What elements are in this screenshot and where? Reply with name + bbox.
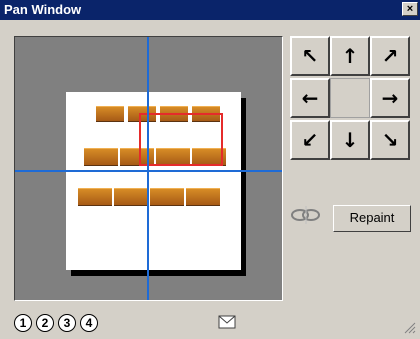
pan-up-left-button[interactable]: ↖ <box>290 36 330 76</box>
envelope-icon[interactable] <box>218 315 236 329</box>
view-rectangle[interactable] <box>139 113 223 166</box>
vertical-guide-line[interactable] <box>147 37 149 300</box>
pan-canvas[interactable] <box>14 36 283 301</box>
repaint-button[interactable]: Repaint <box>333 205 411 232</box>
title-bar: Pan Window × <box>0 0 420 20</box>
page-2-button[interactable]: 2 <box>36 314 54 332</box>
link-icon[interactable] <box>290 203 322 227</box>
page-3-button[interactable]: 3 <box>58 314 76 332</box>
pan-window-body: ↖ ↑ ↗ ← → ↙ ↓ ↘ Repaint 1 2 3 4 <box>0 20 420 335</box>
close-button[interactable]: × <box>402 2 418 16</box>
content-tile <box>96 106 124 122</box>
pan-up-right-button[interactable]: ↗ <box>370 36 410 76</box>
pan-down-button[interactable]: ↓ <box>330 120 370 160</box>
bottom-toolbar: 1 2 3 4 <box>0 313 420 335</box>
pan-right-button[interactable]: → <box>370 78 410 118</box>
content-tile <box>186 188 220 206</box>
pan-left-button[interactable]: ← <box>290 78 330 118</box>
content-tile <box>78 188 112 206</box>
window-title: Pan Window <box>4 2 82 17</box>
content-tile <box>84 148 118 166</box>
content-tile <box>114 188 148 206</box>
pan-down-right-button[interactable]: ↘ <box>370 120 410 160</box>
content-tile <box>150 188 184 206</box>
arrow-pad-center <box>330 78 370 118</box>
horizontal-guide-line[interactable] <box>15 170 282 172</box>
pan-up-button[interactable]: ↑ <box>330 36 370 76</box>
page-4-button[interactable]: 4 <box>80 314 98 332</box>
resize-grip-icon[interactable] <box>404 321 416 334</box>
arrow-pad: ↖ ↑ ↗ ← → ↙ ↓ ↘ <box>290 36 410 160</box>
page-1-button[interactable]: 1 <box>14 314 32 332</box>
pan-down-left-button[interactable]: ↙ <box>290 120 330 160</box>
